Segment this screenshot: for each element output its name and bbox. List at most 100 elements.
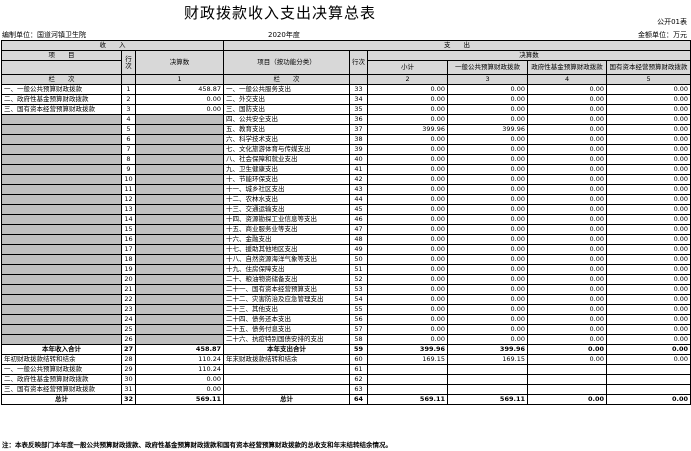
state-capital-cell: 0.00 <box>606 234 691 245</box>
left-amount-cell: 0.00 <box>134 94 225 105</box>
table-row: 14 十四、资源勘探工业信息等支出 46 0.00 0.00 0.00 0.00 <box>1 214 691 225</box>
left-item-cell <box>1 324 122 335</box>
left-row-no-cell: 9 <box>121 164 136 175</box>
general-budget-cell <box>447 364 529 375</box>
general-budget-cell: 0.00 <box>447 224 529 235</box>
left-row-no-cell: 2 <box>121 94 136 105</box>
left-item-cell <box>1 224 122 235</box>
right-item-cell: 十八、自然资源海洋气象等支出 <box>223 254 351 265</box>
row-no-header-left: 行次 <box>121 50 136 75</box>
subtotal-cell: 399.96 <box>367 344 449 355</box>
table-row: 18 十八、自然资源海洋气象等支出 50 0.00 0.00 0.00 0.00 <box>1 254 691 265</box>
right-item-cell: 五、教育支出 <box>223 124 351 135</box>
table-row: 4 四、公共安全支出 36 0.00 0.00 0.00 0.00 <box>1 114 691 125</box>
left-row-no-cell: 15 <box>121 224 136 235</box>
gov-fund-cell: 0.00 <box>527 244 608 255</box>
left-row-no-cell: 29 <box>121 364 136 375</box>
unit-label: 编制单位：国道河镇卫生院 <box>2 30 86 40</box>
right-item-cell: 十七、援助其他地区支出 <box>223 244 351 255</box>
subtotal-cell: 0.00 <box>367 324 449 335</box>
general-budget-cell: 0.00 <box>447 154 529 165</box>
gov-fund-cell: 0.00 <box>527 84 608 95</box>
bar-label-right: 栏 次 <box>223 74 351 85</box>
state-capital-cell: 0.00 <box>606 254 691 265</box>
state-capital-cell: 0.00 <box>606 354 691 365</box>
header-row-1: 收 入 支 出 <box>0 40 691 51</box>
right-item-cell: 二十四、债务还本支出 <box>223 314 351 325</box>
general-budget-cell: 0.00 <box>447 214 529 225</box>
left-amount-cell <box>134 184 225 195</box>
subtotal-cell: 0.00 <box>367 334 449 345</box>
left-item-cell <box>1 134 122 145</box>
state-capital-cell: 0.00 <box>606 294 691 305</box>
gov-fund-cell: 0.00 <box>527 354 608 365</box>
left-item-cell <box>1 124 122 135</box>
table-row: 25 二十五、债务付息支出 57 0.00 0.00 0.00 0.00 <box>1 324 691 335</box>
table-row: 15 十五、商业服务业等支出 47 0.00 0.00 0.00 0.00 <box>1 224 691 235</box>
right-item-cell: 六、科学技术支出 <box>223 134 351 145</box>
subtotal-cell: 0.00 <box>367 194 449 205</box>
right-item-cell: 二、外交支出 <box>223 94 351 105</box>
state-capital-cell: 0.00 <box>606 94 691 105</box>
table-row: 26 二十六、抗疫特别国债安排的支出 58 0.00 0.00 0.00 0.00 <box>1 334 691 345</box>
right-row-no-cell: 45 <box>349 204 369 215</box>
gov-fund-cell: 0.00 <box>527 334 608 345</box>
right-row-no-cell: 50 <box>349 254 369 265</box>
subtotal-cell: 0.00 <box>367 174 449 185</box>
right-row-no-cell: 46 <box>349 214 369 225</box>
bar-num-2: 2 <box>367 74 449 85</box>
table-row: 19 十九、住房保障支出 51 0.00 0.00 0.00 0.00 <box>1 264 691 275</box>
table-row: 二、政府性基金预算财政拨款 30 0.00 62 <box>1 374 691 385</box>
subtotal-cell: 0.00 <box>367 84 449 95</box>
gov-fund-cell: 0.00 <box>527 294 608 305</box>
gov-fund-cell: 0.00 <box>527 314 608 325</box>
gov-fund-cell: 0.00 <box>527 214 608 225</box>
right-row-no-cell: 63 <box>349 384 369 395</box>
right-item-cell: 二十二、灾害防治及应急管理支出 <box>223 294 351 305</box>
gov-fund-cell: 0.00 <box>527 264 608 275</box>
left-amount-cell: 110.24 <box>134 364 225 375</box>
subtotal-cell: 0.00 <box>367 214 449 225</box>
left-item-cell <box>1 154 122 165</box>
bar-num-5: 5 <box>606 74 691 85</box>
left-row-no-cell: 5 <box>121 124 136 135</box>
left-row-no-cell: 32 <box>121 394 136 405</box>
state-capital-cell: 0.00 <box>606 184 691 195</box>
final-amount-header: 决算数 <box>134 50 225 75</box>
gov-fund-cell: 0.00 <box>527 284 608 295</box>
left-amount-cell: 0.00 <box>134 104 225 115</box>
left-row-no-cell: 27 <box>121 344 136 355</box>
gov-fund-cell: 0.00 <box>527 94 608 105</box>
header-row-2: 项 目 行次 决算数 项目（按功能分类） 行次 决算数 <box>1 50 691 75</box>
gov-fund-cell: 0.00 <box>527 194 608 205</box>
right-row-no-cell: 40 <box>349 154 369 165</box>
right-item-cell: 本年支出合计 <box>223 344 351 355</box>
gov-fund-cell: 0.00 <box>527 144 608 155</box>
general-budget-cell: 0.00 <box>447 144 529 155</box>
general-budget-cell: 0.00 <box>447 294 529 305</box>
left-amount-cell <box>134 124 225 135</box>
right-row-no-cell: 60 <box>349 354 369 365</box>
right-item-cell: 四、公共安全支出 <box>223 114 351 125</box>
left-row-no-cell: 21 <box>121 284 136 295</box>
left-amount-cell: 458.87 <box>134 84 225 95</box>
bar-blank-left <box>121 74 136 85</box>
gov-fund-cell <box>527 374 608 385</box>
left-row-no-cell: 31 <box>121 384 136 395</box>
col-gen-header: 一般公共预算财政拨款 <box>447 60 529 75</box>
right-item-cell <box>223 384 351 395</box>
left-row-no-cell: 16 <box>121 234 136 245</box>
right-row-no-cell: 55 <box>349 304 369 315</box>
left-amount-cell <box>134 314 225 325</box>
left-row-no-cell: 23 <box>121 304 136 315</box>
gov-fund-cell: 0.00 <box>527 344 608 355</box>
right-row-no-cell: 47 <box>349 224 369 235</box>
table-row: 一、一般公共预算财政拨款 1 458.87 一、一般公共服务支出 33 0.00 0.00 0… <box>1 84 691 95</box>
general-budget-cell: 0.00 <box>447 114 529 125</box>
left-item-cell <box>1 174 122 185</box>
right-row-no-cell: 54 <box>349 294 369 305</box>
left-amount-cell <box>134 334 225 345</box>
right-row-no-cell: 44 <box>349 194 369 205</box>
right-row-no-cell: 34 <box>349 94 369 105</box>
gov-fund-cell: 0.00 <box>527 134 608 145</box>
